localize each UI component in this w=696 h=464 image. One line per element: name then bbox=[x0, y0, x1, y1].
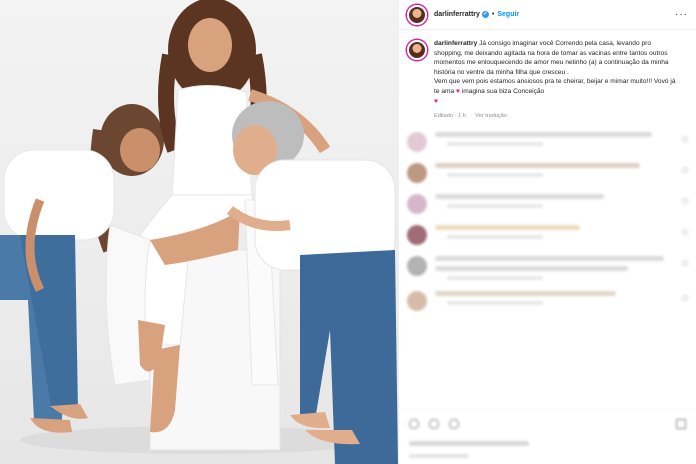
caption-username[interactable]: darlinferrattry bbox=[434, 40, 477, 47]
heart-icon: ♥ bbox=[434, 97, 438, 105]
edited-timestamp: Editado · 1 h bbox=[434, 113, 466, 120]
header-username[interactable]: darlinferrattry bbox=[434, 11, 480, 18]
comment-item[interactable] bbox=[407, 193, 688, 214]
likes-count bbox=[409, 441, 529, 446]
photo-illustration bbox=[0, 0, 398, 464]
comment-item[interactable] bbox=[407, 255, 688, 280]
comment-like-icon[interactable] bbox=[682, 135, 688, 142]
header-separator: • bbox=[491, 11, 495, 18]
avatar[interactable] bbox=[407, 4, 427, 25]
comment-item[interactable] bbox=[407, 131, 688, 152]
comment-item[interactable] bbox=[407, 224, 688, 245]
add-comment-field[interactable] bbox=[409, 454, 469, 458]
comment-list bbox=[399, 131, 696, 311]
post-sidebar: darlinferrattry ✔ • Seguir ··· darlinfer… bbox=[398, 0, 696, 464]
avatar[interactable] bbox=[407, 131, 427, 152]
avatar[interactable] bbox=[407, 162, 427, 183]
more-options-icon[interactable]: ··· bbox=[675, 9, 688, 20]
comment-like-icon[interactable] bbox=[682, 166, 688, 173]
translate-link[interactable]: Ver tradução bbox=[475, 113, 507, 119]
comment-like-icon[interactable] bbox=[682, 259, 688, 266]
like-icon[interactable] bbox=[409, 418, 419, 429]
avatar[interactable] bbox=[407, 290, 427, 311]
post-photo[interactable] bbox=[0, 0, 398, 464]
caption-avatar[interactable] bbox=[407, 40, 427, 60]
comment-icon[interactable] bbox=[429, 418, 439, 429]
avatar[interactable] bbox=[407, 224, 427, 245]
caption-text-3: imagina sua biza Conceição bbox=[459, 87, 545, 95]
comment-like-icon[interactable] bbox=[682, 228, 688, 235]
post-header: darlinferrattry ✔ • Seguir ··· bbox=[399, 0, 696, 30]
share-icon[interactable] bbox=[449, 418, 459, 429]
avatar[interactable] bbox=[407, 255, 427, 276]
comment-like-icon[interactable] bbox=[682, 294, 688, 301]
follow-button[interactable]: Seguir bbox=[497, 11, 519, 18]
comment-item[interactable] bbox=[407, 290, 688, 311]
avatar[interactable] bbox=[407, 193, 427, 214]
post-caption: darlinferrattry Já consigo imaginar você… bbox=[399, 30, 696, 122]
caption-meta: Editado · 1 h Ver tradução bbox=[434, 112, 679, 122]
post-actions bbox=[399, 410, 696, 436]
verified-badge-icon: ✔ bbox=[481, 11, 489, 18]
comment-like-icon[interactable] bbox=[682, 197, 688, 204]
comment-item[interactable] bbox=[407, 162, 688, 183]
bookmark-icon[interactable] bbox=[676, 418, 686, 429]
